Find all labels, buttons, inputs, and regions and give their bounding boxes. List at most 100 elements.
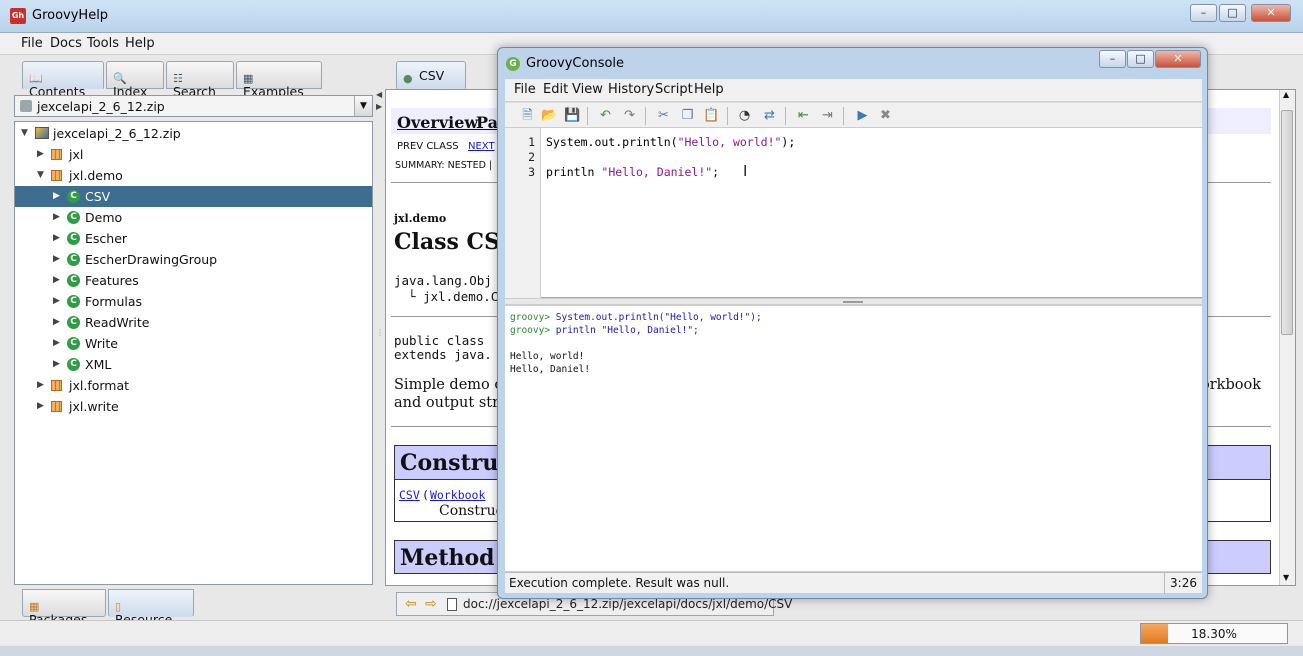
collapsed-toggle-icon[interactable]: ▶ — [53, 228, 60, 249]
new-file-icon[interactable]: 🗎 — [519, 107, 536, 124]
console-menu-file[interactable]: File — [514, 82, 536, 97]
tree-item[interactable]: ▶ C Write — [15, 333, 372, 354]
tab-resource[interactable]: ▯Resource — [108, 589, 194, 627]
collapsed-toggle-icon[interactable]: ▶ — [53, 207, 60, 228]
tree-item[interactable]: ▶ C Escher — [15, 228, 372, 249]
collapsed-toggle-icon[interactable]: ▶ — [37, 396, 44, 417]
menu-help[interactable]: Help — [125, 36, 155, 51]
collapsed-toggle-icon[interactable]: ▶ — [53, 333, 60, 354]
tab-examples[interactable]: ▦Examples — [236, 61, 322, 99]
collapsed-toggle-icon[interactable]: ▶ — [53, 270, 60, 291]
tree-item[interactable]: ▶ C ReadWrite — [15, 312, 372, 333]
class-icon: C — [67, 232, 80, 245]
package-icon — [51, 170, 62, 181]
hierarchy-child: └ jxl.demo.C — [408, 289, 499, 304]
collapsed-toggle-icon[interactable]: ▶ — [37, 144, 44, 165]
run-icon[interactable]: ▶ — [854, 107, 871, 124]
dropdown-arrow-icon[interactable]: ▼ — [354, 96, 372, 116]
console-close-button[interactable]: ✕ — [1155, 50, 1201, 68]
console-toolbar: 🗎 📂 💾 ↶ ↷ ✂ ❐ 📋 ◔ ⇄ ⇤ ⇥ ▶ ✖ — [505, 102, 1202, 128]
book-icon: 📖 — [29, 72, 43, 85]
prev-class-link[interactable]: PREV CLASS — [397, 141, 459, 152]
forward-arrow-icon[interactable]: ⇨ — [425, 596, 437, 612]
main-maximize-button[interactable]: □ — [1219, 4, 1246, 22]
collapsed-toggle-icon[interactable]: ▶ — [53, 249, 60, 270]
console-menubar: File Edit View History Script Help — [505, 79, 1202, 101]
console-minimize-button[interactable]: – — [1099, 50, 1126, 68]
menu-tools[interactable]: Tools — [87, 36, 119, 51]
tab-doc-csv[interactable]: ●CSV ✕ — [396, 61, 466, 99]
tree-item[interactable]: ▶ C EscherDrawingGroup — [15, 249, 372, 270]
doc-nav-overview[interactable]: Overview — [397, 113, 478, 132]
code-text: ; — [712, 165, 720, 179]
tree-item[interactable]: ▶ C XML — [15, 354, 372, 375]
main-close-button[interactable]: ✕ — [1251, 4, 1291, 22]
tree-item[interactable]: ▼ jxl.demo — [15, 165, 372, 186]
tree-item[interactable]: ▶ C CSV — [15, 186, 372, 207]
tree-item[interactable]: ▶ C Formulas — [15, 291, 372, 312]
interrupt-icon[interactable]: ✖ — [877, 107, 894, 124]
collapsed-toggle-icon[interactable]: ▶ — [37, 375, 44, 396]
redo-icon[interactable]: ↷ — [621, 107, 638, 124]
find-icon[interactable]: ◔ — [736, 107, 753, 124]
menu-file[interactable]: File — [21, 36, 43, 51]
console-menu-edit[interactable]: Edit — [543, 82, 568, 97]
collapsed-toggle-icon[interactable]: ▶ — [53, 312, 60, 333]
code-line[interactable]: System.out.println("Hello, world!"); — [546, 135, 795, 149]
expanded-toggle-icon[interactable]: ▼ — [21, 123, 28, 144]
save-icon[interactable]: 💾 — [564, 107, 581, 124]
zip-file-combo[interactable]: jexcelapi_2_6_12.zip ▼ — [14, 95, 373, 117]
main-minimize-button[interactable]: – — [1190, 4, 1217, 22]
editor-output-splitter[interactable] — [505, 298, 1202, 305]
collapsed-toggle-icon[interactable]: ▶ — [53, 291, 60, 312]
paste-icon[interactable]: 📋 — [703, 107, 720, 124]
collapsed-toggle-icon[interactable]: ▶ — [53, 354, 60, 375]
ctor-link[interactable]: CSV — [399, 488, 420, 502]
doc-url-text[interactable]: doc://jexcelapi_2_6_12.zip/jexcelapi/doc… — [463, 597, 792, 611]
contents-tree[interactable]: ▼ jexcelapi_2_6_12.zip ▶ jxl ▼ jxl.demo ▶ C CSV ▶… — [14, 121, 373, 585]
console-menu-view[interactable]: View — [572, 82, 603, 97]
output-line: Hello, world! — [510, 351, 584, 362]
cut-icon[interactable]: ✂ — [655, 107, 672, 124]
tree-item[interactable]: ▶ jxl.format — [15, 375, 372, 396]
copy-icon[interactable]: ❐ — [679, 107, 696, 124]
doc-nav-package[interactable]: Pa — [476, 113, 498, 132]
history-next-icon[interactable]: ⇥ — [819, 107, 836, 124]
menu-docs[interactable]: Docs — [50, 36, 82, 51]
tree-item[interactable]: ▶ C Demo — [15, 207, 372, 228]
collapse-left-icon[interactable]: ◀ — [376, 90, 382, 99]
main-titlebar: Gh GroovyHelp – □ ✕ — [0, 0, 1303, 33]
pane-splitter[interactable]: ◀ ▶ ⋮ — [376, 60, 384, 618]
console-menu-history[interactable]: History — [608, 82, 654, 97]
scroll-down-icon[interactable]: ▼ — [1283, 573, 1289, 582]
replace-icon[interactable]: ⇄ — [761, 107, 778, 124]
open-icon[interactable]: 📂 — [541, 107, 558, 124]
script-editor[interactable]: 123 System.out.println("Hello, world!");… — [505, 128, 1202, 298]
package-name: jxl.demo — [394, 212, 447, 225]
undo-icon[interactable]: ↶ — [597, 107, 614, 124]
tab-search[interactable]: ☷Search — [166, 61, 234, 99]
collapsed-toggle-icon[interactable]: ▶ — [53, 186, 60, 207]
resource-icon: ▯ — [115, 600, 122, 613]
tab-contents[interactable]: 📖Contents — [22, 61, 104, 99]
tab-index[interactable]: 🔍Index — [106, 61, 164, 99]
code-line[interactable]: println "Hello, Daniel!"; — [546, 165, 719, 179]
console-menu-script[interactable]: Script — [655, 82, 693, 97]
output-prompt: groovy> — [510, 325, 556, 336]
zip-combo-value: jexcelapi_2_6_12.zip — [37, 99, 165, 114]
expanded-toggle-icon[interactable]: ▼ — [37, 165, 44, 186]
scroll-up-icon[interactable]: ▲ — [1283, 90, 1289, 99]
console-menu-help[interactable]: Help — [694, 82, 724, 97]
console-maximize-button[interactable]: □ — [1127, 50, 1154, 68]
back-arrow-icon[interactable]: ⇦ — [405, 596, 417, 612]
tree-item[interactable]: ▼ jexcelapi_2_6_12.zip — [15, 123, 372, 144]
tree-item[interactable]: ▶ jxl — [15, 144, 372, 165]
tab-packages[interactable]: ▦Packages — [22, 589, 106, 627]
tree-item[interactable]: ▶ C Features — [15, 270, 372, 291]
tree-item[interactable]: ▶ jxl.write — [15, 396, 372, 417]
doc-scroll-thumb[interactable] — [1281, 110, 1293, 335]
ctor-param-link[interactable]: Workbook — [430, 488, 485, 502]
next-class-link[interactable]: NEXT — [468, 141, 495, 152]
collapse-right-icon[interactable]: ▶ — [376, 102, 382, 111]
history-prev-icon[interactable]: ⇤ — [795, 107, 812, 124]
